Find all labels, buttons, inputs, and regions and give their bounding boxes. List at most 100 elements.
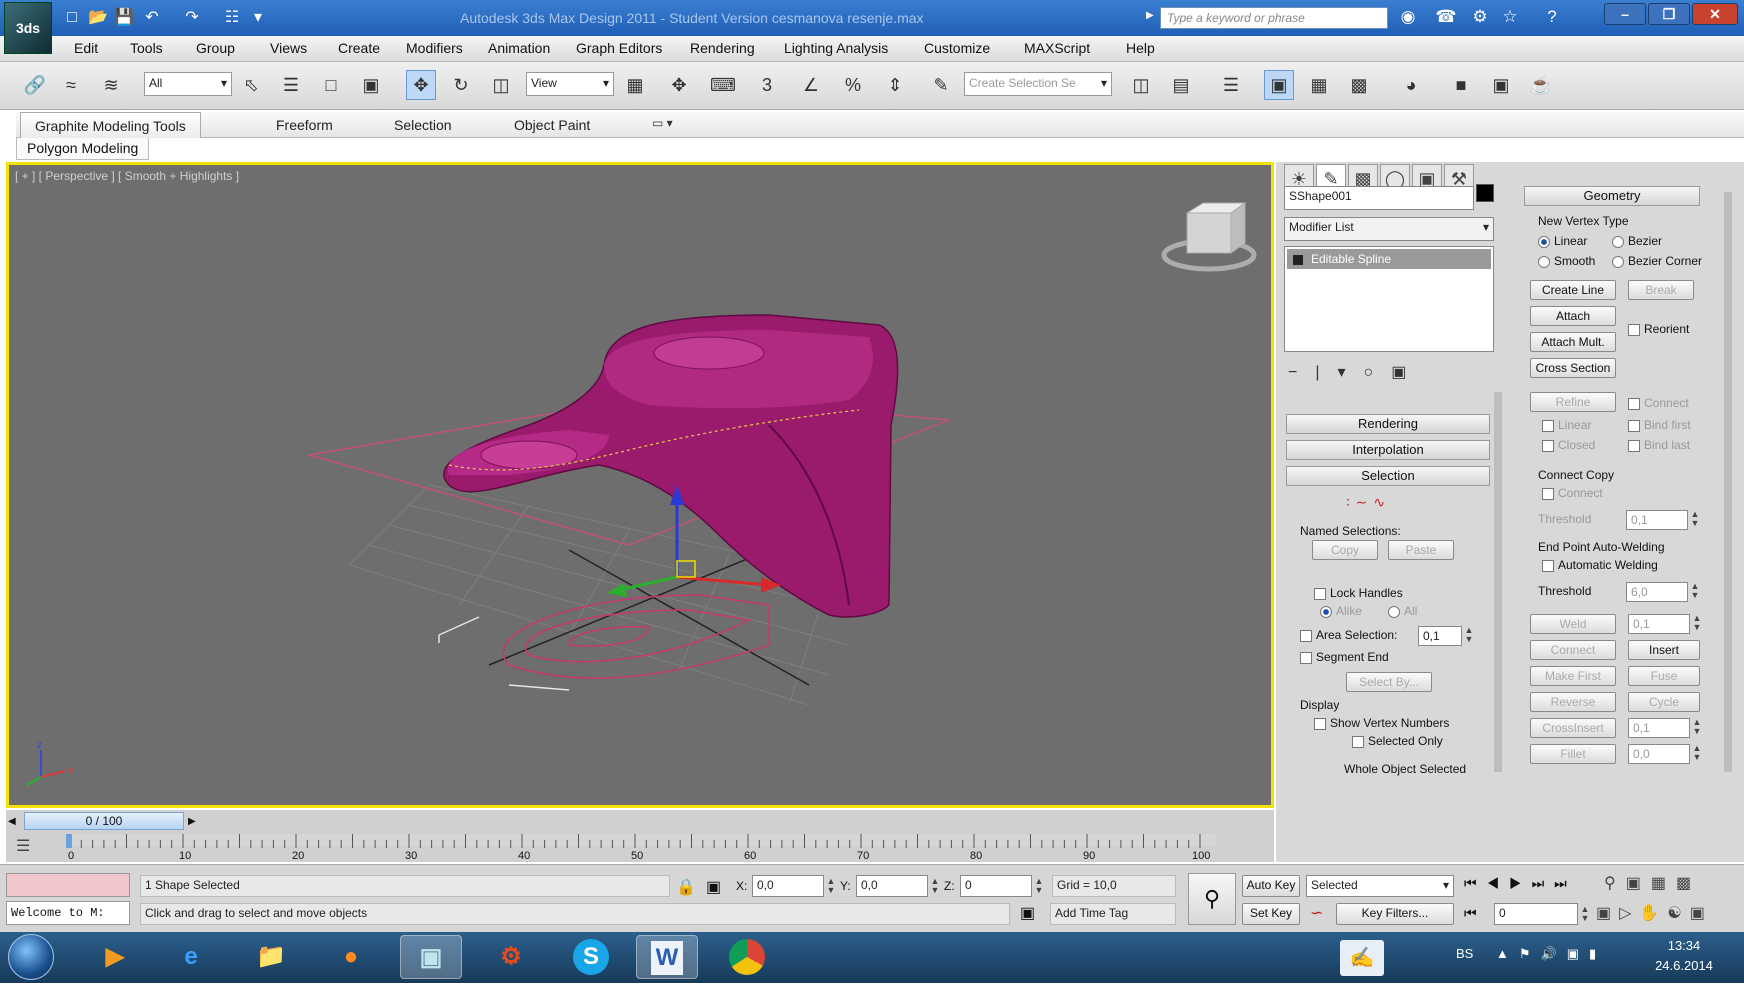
- firefox-icon[interactable]: ●: [320, 935, 382, 979]
- cross-section-button[interactable]: Cross Section: [1530, 358, 1616, 378]
- refine-connect-checkbox[interactable]: Connect: [1628, 396, 1689, 410]
- spinner-snap-icon[interactable]: ⇕: [880, 70, 910, 100]
- refine-linear-checkbox[interactable]: Linear: [1542, 418, 1591, 432]
- area-selection-checkbox[interactable]: Area Selection:: [1300, 628, 1397, 642]
- word-icon[interactable]: W: [636, 935, 698, 979]
- ribbon-options-icon[interactable]: ▭ ▾: [652, 116, 673, 130]
- y-coord-field[interactable]: 0,0: [856, 875, 928, 897]
- weld-spinner[interactable]: 0,1: [1628, 614, 1690, 634]
- object-name-field[interactable]: SShape001: [1284, 186, 1474, 210]
- bind-last-checkbox[interactable]: Bind last: [1628, 438, 1690, 452]
- paste-button[interactable]: Paste: [1388, 540, 1454, 560]
- window-crossing-icon[interactable]: ▣: [356, 70, 386, 100]
- attach-mult-button[interactable]: Attach Mult.: [1530, 332, 1616, 352]
- threshold2-spinner[interactable]: 6,0: [1626, 582, 1688, 602]
- tab-freeform[interactable]: Freeform: [262, 112, 347, 138]
- bezier-corner-radio[interactable]: Bezier Corner: [1612, 254, 1702, 268]
- rollout-rendering[interactable]: Rendering: [1286, 414, 1490, 434]
- rollout-interpolation[interactable]: Interpolation: [1286, 440, 1490, 460]
- pen-input-icon[interactable]: ✍: [1340, 940, 1384, 976]
- right-panel-scrollbar[interactable]: [1724, 192, 1732, 772]
- maxscript-listener-mini[interactable]: [6, 873, 130, 897]
- select-manipulate-icon[interactable]: ✥: [664, 70, 694, 100]
- viewport-navigation-bottom[interactable]: ▣▷✋☯▣: [1596, 903, 1713, 923]
- snaps-toggle-icon[interactable]: 3: [752, 70, 782, 100]
- menu-help[interactable]: Help: [1126, 40, 1155, 56]
- absolute-mode-icon[interactable]: ▣: [706, 877, 721, 897]
- app-menu-button[interactable]: 3ds: [4, 2, 52, 54]
- graphite-toggle-icon[interactable]: ▣: [1264, 70, 1294, 100]
- media-player-icon[interactable]: ▶: [84, 935, 146, 979]
- menu-customize[interactable]: Customize: [924, 40, 990, 56]
- menu-modifiers[interactable]: Modifiers: [406, 40, 463, 56]
- binoculars-icon[interactable]: ◉: [1396, 6, 1420, 28]
- segment-end-checkbox[interactable]: Segment End: [1300, 650, 1389, 664]
- smooth-radio[interactable]: Smooth: [1538, 254, 1595, 268]
- crossinsert-button[interactable]: CrossInsert: [1530, 718, 1616, 738]
- select-by-name-icon[interactable]: ☰: [276, 70, 306, 100]
- reorient-checkbox[interactable]: Reorient: [1628, 322, 1689, 336]
- bind-first-checkbox[interactable]: Bind first: [1628, 418, 1691, 432]
- search-expand-icon[interactable]: ▶: [1146, 10, 1154, 21]
- communication-center-icon[interactable]: ☎: [1434, 6, 1458, 28]
- break-button[interactable]: Break: [1628, 280, 1694, 300]
- maxscript-input[interactable]: Welcome to M:: [6, 901, 130, 925]
- stack-item-editable-spline[interactable]: Editable Spline: [1287, 249, 1491, 269]
- new-file-icon[interactable]: □: [60, 8, 84, 28]
- weld-spinner-arrows[interactable]: ▲ ▼: [1692, 614, 1702, 632]
- named-selection-dropdown[interactable]: Create Selection Se ▾: [964, 72, 1112, 96]
- menu-tools[interactable]: Tools: [130, 40, 163, 56]
- rendered-frame-window-icon[interactable]: ▣: [1486, 70, 1516, 100]
- menu-maxscript[interactable]: MAXScript: [1024, 40, 1090, 56]
- start-button[interactable]: [8, 934, 54, 980]
- clock-date[interactable]: 24.6.2014: [1648, 958, 1720, 973]
- menu-graph-editors[interactable]: Graph Editors: [576, 40, 662, 56]
- copy-button[interactable]: Copy: [1312, 540, 1378, 560]
- angle-snap-icon[interactable]: ∠: [796, 70, 826, 100]
- threshold2-spinner-arrows[interactable]: ▲ ▼: [1690, 582, 1700, 600]
- save-icon[interactable]: 💾: [112, 8, 136, 28]
- crossinsert-spinner-arrows[interactable]: ▲ ▼: [1692, 718, 1702, 736]
- select-and-scale-icon[interactable]: ◫: [486, 70, 516, 100]
- time-slider-prev-icon[interactable]: ◀: [8, 816, 16, 827]
- schematic-view-icon[interactable]: ▩: [1344, 70, 1374, 100]
- reverse-button[interactable]: Reverse: [1530, 692, 1616, 712]
- 3dsmax-taskbar-icon[interactable]: ▣: [400, 935, 462, 979]
- close-button[interactable]: ✕: [1692, 3, 1738, 25]
- show-vertex-numbers-checkbox[interactable]: Show Vertex Numbers: [1314, 716, 1449, 730]
- closed-checkbox[interactable]: Closed: [1542, 438, 1595, 452]
- lock-handles-checkbox[interactable]: Lock Handles: [1314, 586, 1403, 600]
- all-radio[interactable]: All: [1388, 604, 1417, 618]
- x-coord-field[interactable]: 0,0: [752, 875, 824, 897]
- quick-access-dropdown-icon[interactable]: ▾: [246, 8, 270, 28]
- select-by-button[interactable]: Select By...: [1346, 672, 1432, 692]
- search-input[interactable]: Type a keyword or phrase: [1160, 7, 1388, 29]
- language-indicator[interactable]: BS: [1456, 946, 1473, 961]
- set-key-button[interactable]: Set Key: [1242, 903, 1300, 925]
- edit-named-selection-icon[interactable]: ✎: [926, 70, 956, 100]
- system-tray-icons[interactable]: ▲⚑🔊▣▮: [1496, 946, 1606, 962]
- menu-views[interactable]: Views: [270, 40, 307, 56]
- tab-graphite-modeling-tools[interactable]: Graphite Modeling Tools: [20, 112, 201, 138]
- current-frame-field[interactable]: 0: [1494, 903, 1578, 925]
- render-production-icon[interactable]: ☕: [1526, 70, 1556, 100]
- tab-object-paint[interactable]: Object Paint: [500, 112, 604, 138]
- percent-snap-icon[interactable]: %: [838, 70, 868, 100]
- time-tag-icon[interactable]: ▣: [1020, 903, 1035, 923]
- pivot-center-icon[interactable]: ▦: [620, 70, 650, 100]
- viewcube[interactable]: [1161, 202, 1257, 272]
- tab-selection[interactable]: Selection: [380, 112, 466, 138]
- fillet-button[interactable]: Fillet: [1530, 744, 1616, 764]
- keyboard-shortcut-override-icon[interactable]: ⌨: [708, 70, 738, 100]
- fillet-spinner-arrows[interactable]: ▲ ▼: [1692, 744, 1702, 762]
- chrome-icon[interactable]: [716, 935, 778, 979]
- align-icon[interactable]: ▤: [1166, 70, 1196, 100]
- go-to-start-icon[interactable]: ⏮: [1464, 905, 1477, 922]
- mini-curve-editor-icon[interactable]: ☰: [16, 836, 30, 856]
- select-link-icon[interactable]: 🔗: [20, 70, 50, 100]
- layer-manager-icon[interactable]: ☰: [1216, 70, 1246, 100]
- fillet-spinner[interactable]: 0,0: [1628, 744, 1690, 764]
- fuse-button[interactable]: Fuse: [1628, 666, 1700, 686]
- object-color-swatch[interactable]: [1476, 184, 1494, 202]
- skype-icon[interactable]: S: [560, 935, 622, 979]
